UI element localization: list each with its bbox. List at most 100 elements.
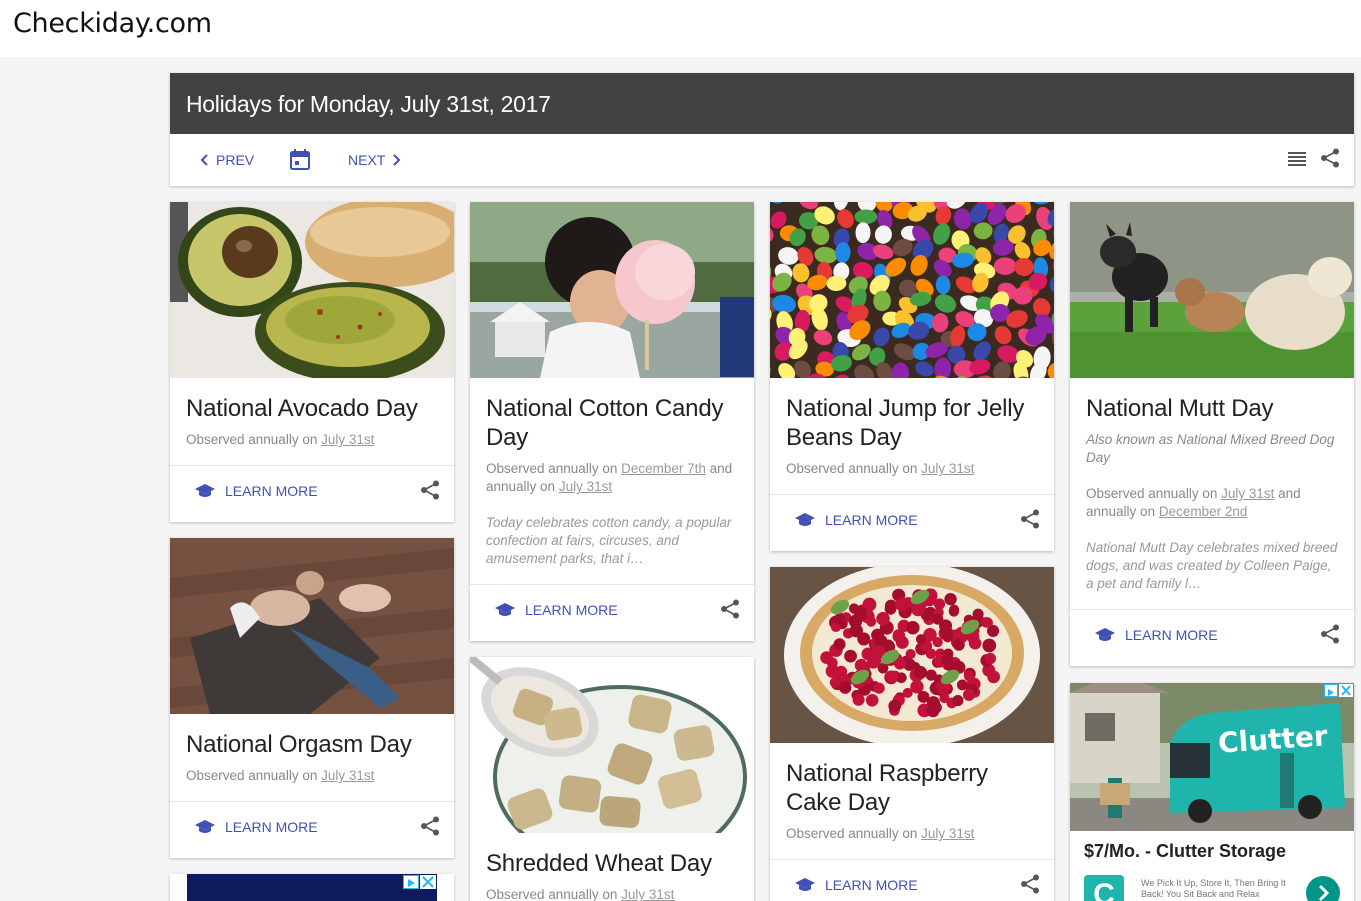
learn-more-button[interactable]: LEARN MORE <box>194 819 318 835</box>
observance-prefix: Observed annually on <box>486 887 622 901</box>
card-actions: LEARN MORE <box>470 584 754 636</box>
calendar-icon <box>290 149 310 170</box>
holiday-card-avocado: National Avocado Day Observed annually o… <box>170 202 454 522</box>
observance-date-link[interactable]: July 31st <box>1221 486 1274 501</box>
share-icon <box>1021 509 1039 529</box>
holiday-card-orgasm: National Orgasm Day Observed annually on… <box>170 538 454 858</box>
header-share-button[interactable] <box>1320 148 1340 173</box>
chevron-right-icon <box>393 154 401 166</box>
observance-date-link[interactable]: July 31st <box>321 432 374 447</box>
observance-prefix: Observed annually on <box>786 461 922 476</box>
shredded-wheat-photo[interactable] <box>470 657 754 833</box>
prev-button[interactable]: PREV <box>200 152 254 168</box>
top-bar: Checkiday.com <box>0 0 1361 57</box>
observance-prefix: Observed annually on <box>186 432 322 447</box>
graduation-cap-icon <box>795 513 815 526</box>
ad-close-icon[interactable] <box>1339 684 1353 697</box>
card-excerpt: Today celebrates cotton candy, a popular… <box>486 515 732 566</box>
ad-headline[interactable]: $7/Mo. - Clutter Storage <box>1084 841 1286 862</box>
observance-date-link-2[interactable]: July 31st <box>559 479 612 494</box>
date-navigation: PREV NEXT <box>170 134 1354 186</box>
graduation-cap-icon <box>495 603 515 616</box>
graduation-cap-icon <box>195 484 215 497</box>
observance-text: Observed annually on July 31st <box>786 460 1038 478</box>
card-title: National Raspberry Cake Day <box>786 760 988 816</box>
next-button[interactable]: NEXT <box>348 152 401 168</box>
advertisement-clutter[interactable]: Clutter $7/Mo. - Clutter Storage C We Pi… <box>1070 683 1354 901</box>
learn-more-button[interactable]: LEARN MORE <box>194 483 318 499</box>
learn-more-label: LEARN MORE <box>225 819 318 835</box>
observance-date-link[interactable]: December 7th <box>621 461 706 476</box>
list-view-button[interactable] <box>1288 151 1306 172</box>
card-excerpt: National Mutt Day celebrates mixed breed… <box>1086 540 1338 591</box>
ad-banner[interactable] <box>187 874 437 901</box>
adchoices-icon[interactable] <box>1324 684 1338 697</box>
observance-date-link[interactable]: July 31st <box>621 887 674 901</box>
learn-more-button[interactable]: LEARN MORE <box>494 602 618 618</box>
holiday-card-cotton-candy: National Cotton Candy Day Observed annua… <box>470 202 754 641</box>
observance-text: Observed annually on July 31st <box>186 767 438 785</box>
observance-prefix: Observed annually on <box>786 826 922 841</box>
share-icon <box>1321 624 1339 644</box>
list-icon <box>1288 152 1306 166</box>
calendar-button[interactable] <box>290 149 310 175</box>
learn-more-label: LEARN MORE <box>825 877 918 893</box>
card-title: National Cotton Candy Day <box>486 395 724 451</box>
next-label: NEXT <box>348 152 386 168</box>
card-title: National Jump for Jelly Beans Day <box>786 395 1025 451</box>
ad-logo[interactable]: C <box>1084 875 1124 901</box>
card-share-button[interactable] <box>720 599 740 624</box>
share-icon <box>421 816 439 836</box>
card-share-button[interactable] <box>1020 874 1040 899</box>
share-icon <box>1021 874 1039 894</box>
learn-more-label: LEARN MORE <box>525 602 618 618</box>
observance-text: Observed annually on December 7th and an… <box>486 460 738 496</box>
card-share-button[interactable] <box>1020 509 1040 534</box>
share-icon <box>721 599 739 619</box>
learn-more-button[interactable]: LEARN MORE <box>794 512 918 528</box>
ad-image[interactable]: Clutter <box>1070 683 1354 831</box>
learn-more-button[interactable]: LEARN MORE <box>1094 627 1218 643</box>
graduation-cap-icon <box>195 820 215 833</box>
ad-close-icon[interactable] <box>420 875 436 889</box>
cotton-candy-photo[interactable] <box>470 202 754 378</box>
couple-photo[interactable] <box>170 538 454 714</box>
observance-text: Observed annually on July 31st <box>186 431 438 449</box>
ad-go-button[interactable] <box>1306 876 1340 901</box>
date-header-card: Holidays for Monday, July 31st, 2017 PRE… <box>170 73 1354 186</box>
observance-date-link-2[interactable]: December 2nd <box>1159 504 1248 519</box>
adchoices-icon[interactable] <box>403 875 419 889</box>
observance-text: Observed annually on July 31st <box>486 886 738 901</box>
dogs-photo[interactable] <box>1070 202 1354 378</box>
observance-text: Observed annually on July 31st and annua… <box>1086 485 1338 521</box>
raspberry-cake-photo[interactable] <box>770 567 1054 743</box>
holiday-card-shredded-wheat: Shredded Wheat Day Observed annually on … <box>470 657 754 901</box>
learn-more-label: LEARN MORE <box>225 483 318 499</box>
learn-more-button[interactable]: LEARN MORE <box>794 877 918 893</box>
observance-date-link[interactable]: July 31st <box>921 826 974 841</box>
card-share-button[interactable] <box>420 816 440 841</box>
avocado-photo[interactable] <box>170 202 454 378</box>
card-actions: LEARN MORE <box>1070 609 1354 661</box>
observance-prefix: Observed annually on <box>186 768 322 783</box>
observance-date-link[interactable]: July 31st <box>321 768 374 783</box>
prev-label: PREV <box>216 152 255 168</box>
ad-tagline: We Pick It Up, Store It, Then Bring It B… <box>1141 878 1286 899</box>
observance-date-link[interactable]: July 31st <box>921 461 974 476</box>
site-logo[interactable]: Checkiday.com <box>13 8 212 39</box>
card-share-button[interactable] <box>1320 624 1340 649</box>
chevron-left-icon <box>200 154 208 166</box>
card-share-button[interactable] <box>420 480 440 505</box>
jelly-beans-photo[interactable] <box>770 202 1054 378</box>
card-title: National Mutt Day <box>1086 395 1274 422</box>
share-icon <box>1321 148 1339 168</box>
observance-prefix: Observed annually on <box>1086 486 1222 501</box>
observance-prefix: Observed annually on <box>486 461 622 476</box>
card-actions: LEARN MORE <box>170 801 454 853</box>
page-title: Holidays for Monday, July 31st, 2017 <box>170 73 1354 134</box>
card-title: National Orgasm Day <box>186 731 412 758</box>
observance-text: Observed annually on July 31st <box>786 825 1038 843</box>
advertisement-small[interactable] <box>170 874 454 901</box>
share-icon <box>421 480 439 500</box>
holiday-card-mutt: National Mutt Day Also known as National… <box>1070 202 1354 666</box>
